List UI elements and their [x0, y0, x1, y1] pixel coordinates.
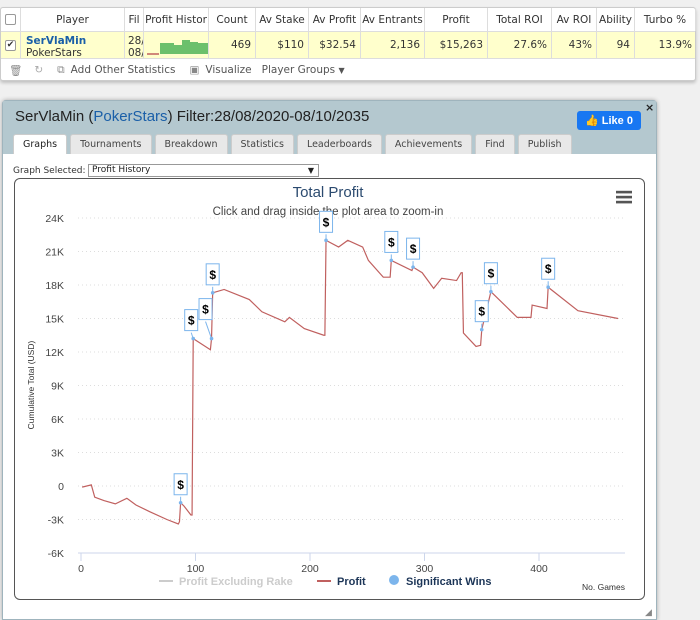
x-axis-label: No. Games — [582, 582, 625, 592]
profit-series-line — [82, 239, 619, 525]
significant-win-point — [389, 258, 394, 263]
significant-win-label: $ — [323, 215, 330, 229]
significant-win-label: $ — [545, 262, 552, 276]
y-tick-label: 18K — [45, 280, 64, 292]
significant-win-label: $ — [202, 303, 209, 317]
y-tick-label: 9K — [51, 381, 64, 393]
significant-win-point — [210, 291, 215, 295]
y-tick-label: 24K — [45, 213, 64, 225]
x-tick-label: 100 — [187, 563, 205, 575]
legend-profit-excluding-rake: Profit Excluding Rake — [179, 576, 293, 588]
legend-significant-wins-symbol — [389, 575, 399, 585]
x-tick-label: 300 — [416, 563, 434, 575]
significant-win-point — [209, 336, 214, 341]
win-connector — [205, 321, 213, 339]
x-tick-label: 400 — [530, 563, 548, 575]
y-tick-label: 6K — [51, 414, 64, 426]
significant-win-point — [191, 336, 196, 341]
y-axis-label: Cumulative Total (USD) — [26, 341, 36, 430]
x-tick-label: 200 — [301, 563, 319, 575]
significant-win-label: $ — [388, 235, 395, 249]
y-tick-label: 12K — [45, 347, 64, 359]
significant-win-point — [411, 265, 415, 269]
significant-win-label: $ — [209, 268, 216, 282]
significant-win-point — [479, 327, 484, 332]
significant-win-label: $ — [478, 305, 485, 319]
significant-win-point — [489, 289, 493, 294]
significant-win-point — [546, 285, 550, 290]
legend-significant-wins: Significant Wins — [406, 576, 491, 588]
significant-win-label: $ — [177, 478, 184, 492]
significant-win-label: $ — [410, 242, 417, 256]
significant-win-point — [324, 238, 328, 243]
y-tick-label: -3K — [48, 515, 64, 527]
significant-win-point — [178, 500, 183, 505]
legend-profit: Profit — [337, 576, 366, 588]
x-tick-label: 0 — [78, 563, 84, 575]
y-tick-label: 21K — [45, 247, 64, 259]
y-tick-label: 0 — [58, 481, 64, 493]
chart-title: Total Profit — [293, 184, 365, 201]
y-tick-label: 3K — [51, 448, 64, 460]
y-tick-label: -6K — [48, 548, 64, 560]
y-tick-label: 15K — [45, 314, 64, 326]
significant-win-label: $ — [188, 314, 195, 328]
significant-win-label: $ — [488, 267, 495, 281]
profit-chart[interactable]: Total ProfitClick and drag inside the pl… — [0, 0, 700, 617]
menu-icon[interactable] — [616, 190, 632, 204]
